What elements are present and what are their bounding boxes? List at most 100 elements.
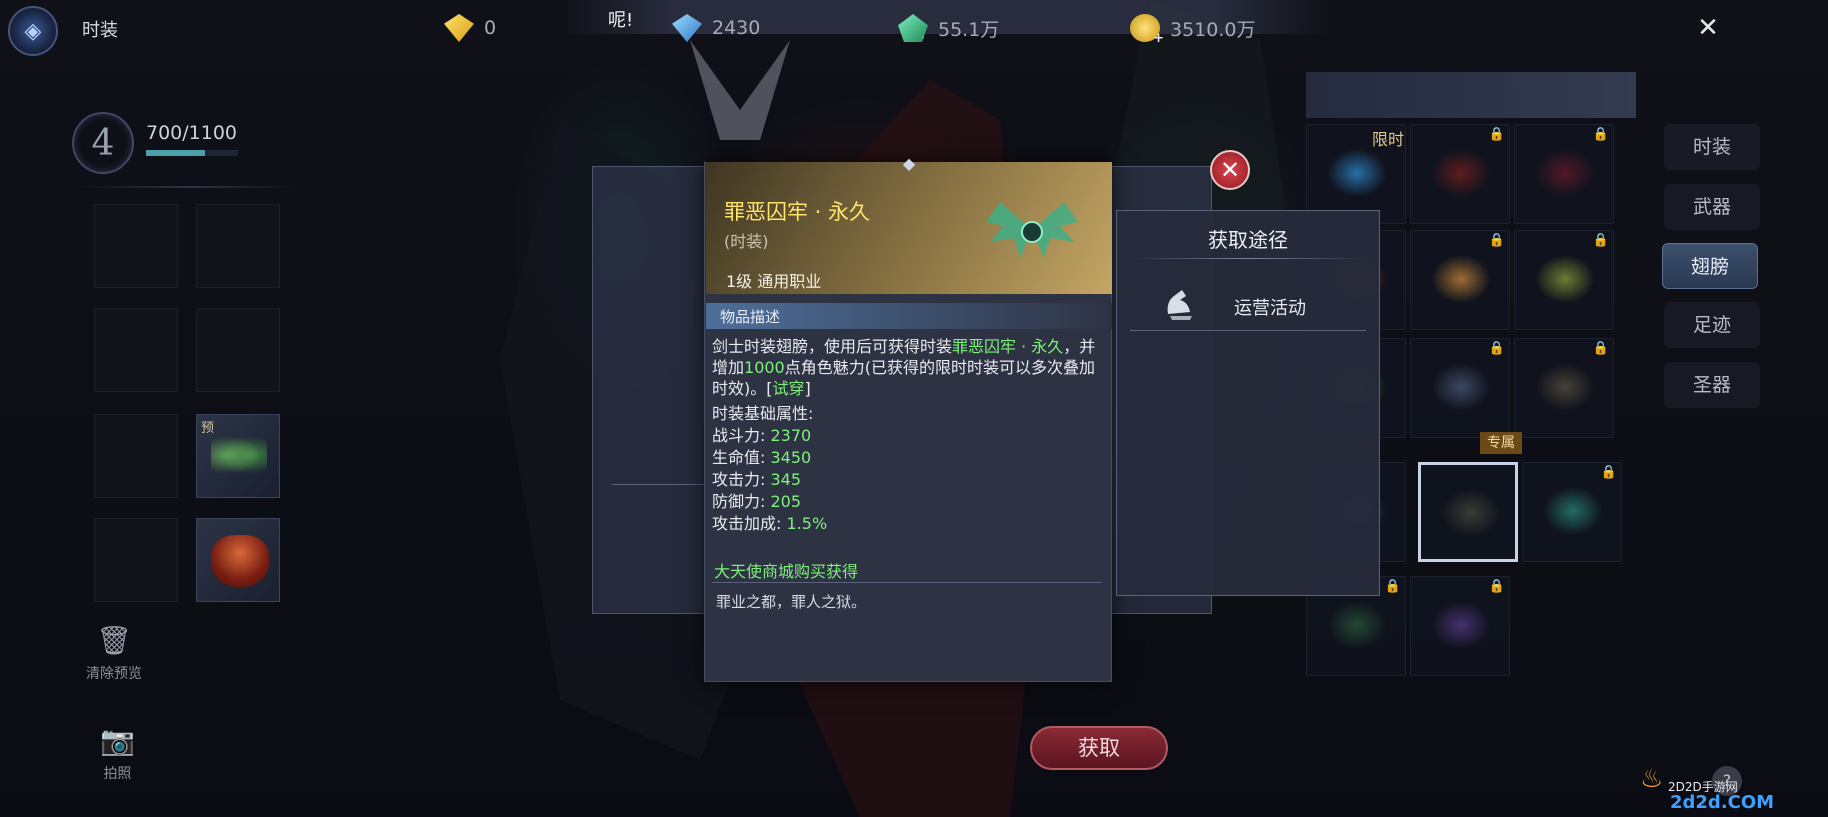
preview-slot[interactable]: [196, 308, 280, 392]
wing-cell[interactable]: 🔒: [1514, 338, 1614, 438]
preview-slot[interactable]: [94, 204, 178, 288]
acquisition-panel: [1116, 210, 1380, 596]
currency-value: 2430: [712, 17, 761, 39]
close-tooltip-button[interactable]: ✕: [1210, 150, 1250, 190]
wing-cell[interactable]: 🔒: [1410, 338, 1510, 438]
lock-icon: 🔒: [1488, 233, 1505, 248]
wing-icon: [1325, 599, 1389, 651]
currency-value: 0: [484, 17, 497, 39]
wing-cell[interactable]: 🔒: [1514, 230, 1614, 330]
preview-slot-helm[interactable]: [196, 518, 280, 602]
wing-cell[interactable]: 🔒: [1514, 124, 1614, 224]
bracket: ]: [804, 379, 811, 398]
lock-icon: 🔒: [1488, 579, 1505, 594]
stat-label: 生命值:: [712, 448, 766, 467]
event-icon: [1167, 290, 1192, 320]
tab-wings[interactable]: 翅膀: [1662, 243, 1758, 289]
wing-icon: [1541, 485, 1605, 537]
source-description: 罪业之都，罪人之狱。: [716, 593, 867, 611]
wing-icon: [1429, 599, 1493, 651]
lock-icon: 🔒: [1384, 579, 1401, 594]
item-name: 罪恶囚牢 · 永久: [724, 200, 871, 224]
exclusive-badge: 专属: [1480, 432, 1522, 454]
stat-row: 防御力: 205: [712, 491, 1108, 513]
desc-text: 剑士时装翅膀，使用后可获得时装: [712, 337, 953, 356]
wing-icon: [211, 433, 267, 477]
wing-icon: [1429, 361, 1493, 413]
currency-gold-gem[interactable]: 0: [444, 14, 496, 42]
close-icon[interactable]: ✕: [1688, 12, 1728, 44]
desc-header: 物品描述: [720, 308, 781, 326]
blue-gem-icon: [672, 14, 702, 42]
preview-slot[interactable]: [94, 414, 178, 498]
grid-header: [1306, 72, 1636, 118]
wing-item-icon: [986, 202, 1078, 258]
stat-label: 战斗力:: [712, 426, 766, 445]
stat-row: 攻击加成: 1.5%: [712, 513, 1108, 535]
item-description: 剑士时装翅膀，使用后可获得时装罪恶囚牢 · 永久，并增加1000点角色魅力(已获…: [712, 336, 1108, 535]
divider: [612, 484, 712, 485]
photo-label: 拍照: [103, 766, 132, 782]
divider: [80, 186, 298, 188]
tab-footprint[interactable]: 足迹: [1664, 302, 1760, 348]
wing-cell[interactable]: 🔒: [1410, 124, 1510, 224]
gold-coin-icon: [1130, 14, 1164, 46]
wing-cell-selected[interactable]: [1418, 462, 1518, 562]
charm-value: 1000: [744, 358, 785, 377]
preview-slot[interactable]: [94, 518, 178, 602]
get-button[interactable]: 获取: [1030, 726, 1168, 770]
source-title: 大天使商城购买获得: [714, 562, 859, 581]
clear-preview-button[interactable]: 🗑 清除预览: [86, 624, 142, 683]
tab-weapon[interactable]: 武器: [1664, 184, 1760, 230]
stat-value: 2370: [770, 426, 812, 445]
acquisition-item-label: 运营活动: [1234, 298, 1306, 319]
divider: [1130, 330, 1366, 331]
lock-icon: 🔒: [1600, 465, 1617, 480]
acquisition-title: 获取途径: [1208, 228, 1288, 252]
camera-icon: 📷: [100, 724, 135, 757]
green-gem-icon: [898, 14, 928, 42]
page-title: 时装: [82, 20, 118, 41]
app-emblem-icon[interactable]: ◈: [8, 6, 58, 56]
level-exp-text: 700/1100: [146, 122, 238, 144]
preview-slot-wing[interactable]: 预: [196, 414, 280, 498]
photo-button[interactable]: 📷 拍照: [100, 724, 135, 783]
watermark-url: 2d2d.COM: [1670, 792, 1775, 813]
stats-title: 时装基础属性:: [712, 404, 814, 423]
divider: [712, 582, 1102, 583]
item-requirement: 1级 通用职业: [726, 272, 822, 291]
wing-icon: [1429, 253, 1493, 305]
clear-preview-label: 清除预览: [86, 666, 142, 682]
stat-row: 生命值: 3450: [712, 447, 1108, 469]
wing-cell[interactable]: 🔒: [1522, 462, 1622, 562]
wing-cell[interactable]: 🔒: [1410, 230, 1510, 330]
item-link[interactable]: 罪恶囚牢 · 永久: [952, 337, 1063, 356]
tab-fashion[interactable]: 时装: [1664, 124, 1760, 170]
currency-green-gem[interactable]: 55.1万: [898, 14, 999, 42]
trash-icon: 🗑: [96, 624, 132, 657]
item-type: (时装): [724, 232, 769, 251]
tab-relic[interactable]: 圣器: [1664, 362, 1760, 408]
stat-value: 205: [770, 492, 802, 511]
stat-row: 战斗力: 2370: [712, 425, 1108, 447]
preview-slot[interactable]: [94, 308, 178, 392]
limited-badge: 限时: [1372, 130, 1405, 149]
wing-icon: [1439, 487, 1503, 539]
lock-icon: 🔒: [1488, 341, 1505, 356]
stat-label: 攻击力:: [712, 470, 766, 489]
preview-slot[interactable]: [196, 204, 280, 288]
wing-cell[interactable]: 🔒: [1410, 576, 1510, 676]
lock-icon: 🔒: [1592, 341, 1609, 356]
try-on-link[interactable]: 试穿: [773, 379, 805, 398]
wing-icon: [1325, 147, 1389, 199]
stat-label: 防御力:: [712, 492, 766, 511]
lock-icon: 🔒: [1592, 127, 1609, 142]
currency-gold-coin[interactable]: 3510.0万: [1130, 14, 1255, 46]
lock-icon: 🔒: [1592, 233, 1609, 248]
description-text: 剑士时装翅膀，使用后可获得时装罪恶囚牢 · 永久，并增加1000点角色魅力(已获…: [712, 336, 1108, 399]
currency-blue-gem[interactable]: 2430: [672, 14, 760, 42]
wing-icon: [1533, 253, 1597, 305]
flame-logo-icon: ♨: [1640, 764, 1664, 794]
lock-icon: 🔒: [1488, 127, 1505, 142]
level-badge: 4: [72, 112, 134, 174]
